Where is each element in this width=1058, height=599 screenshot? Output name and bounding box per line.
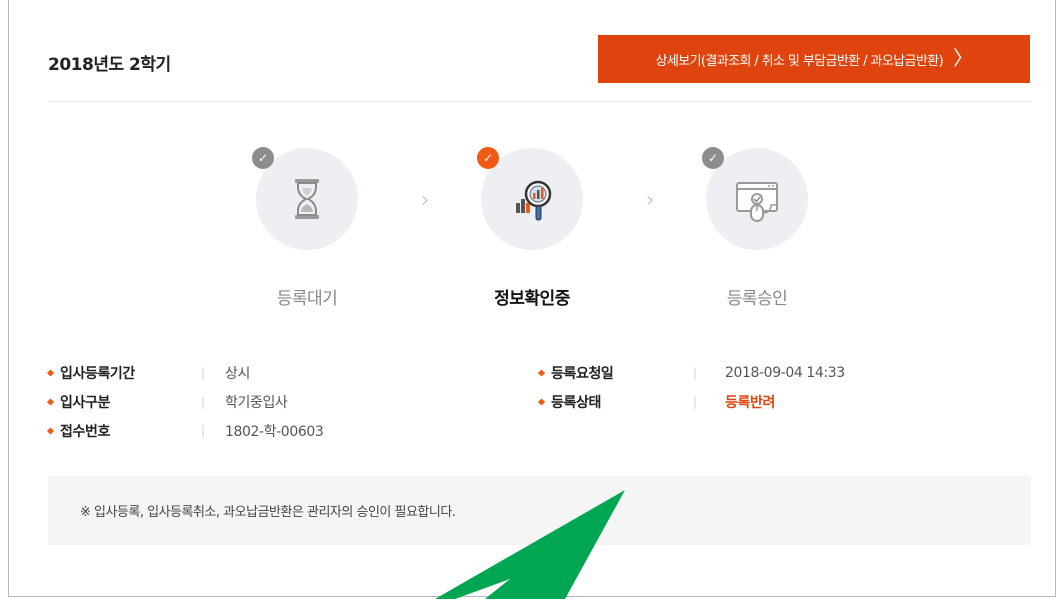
step-icon-circle: ✓ <box>702 147 808 250</box>
step-arrow-icon: › <box>421 188 430 213</box>
check-icon: ✓ <box>477 147 499 169</box>
step-waiting: ✓ 등록대기 <box>242 147 372 309</box>
magnifier-chart-icon <box>516 180 552 221</box>
step-label: 등록승인 <box>726 289 788 309</box>
step-verifying: ✓ 정보확인중 <box>467 147 597 309</box>
info-key: 입사등록기간 <box>48 363 201 383</box>
chevron-right-icon: 〉 <box>953 45 973 70</box>
info-row-period: 입사등록기간 | 상시 <box>48 358 323 387</box>
info-row-status: 등록상태 | 등록반려 <box>539 387 845 416</box>
info-row-receipt: 접수번호 | 1802-학-00603 <box>48 416 324 445</box>
header-divider <box>48 101 1032 102</box>
status-badge: 등록반려 <box>725 394 775 411</box>
info-key: 접수번호 <box>48 421 201 441</box>
info-row-request-date: 등록요청일 | 2018-09-04 14:33 <box>539 358 845 387</box>
info-value: 상시 <box>225 365 250 382</box>
detail-view-button-label: 상세보기(결과조회 / 취소 및 부담금반환 / 과오납금반환) <box>655 53 944 69</box>
info-key: 등록상태 <box>539 392 693 412</box>
info-separator: | <box>201 394 205 409</box>
info-left-column: 입사등록기간 | 상시 입사구분 | 학기중입사 접수번호 | 1802-학-0… <box>48 358 324 445</box>
info-key: 입사구분 <box>48 392 201 412</box>
browser-mouse-icon <box>736 182 778 222</box>
detail-view-button[interactable]: 상세보기(결과조회 / 취소 및 부담금반환 / 과오납금반환) 〉 <box>598 35 1030 83</box>
check-icon: ✓ <box>702 147 724 169</box>
info-row-type: 입사구분 | 학기중입사 <box>48 387 323 416</box>
hourglass-icon <box>295 179 319 219</box>
step-arrow-icon: › <box>646 188 655 213</box>
step-icon-circle: ✓ <box>477 147 583 250</box>
info-separator: | <box>693 365 697 380</box>
check-icon: ✓ <box>252 147 274 169</box>
info-separator: | <box>201 423 205 438</box>
semester-title: 2018년도 2학기 <box>48 55 171 75</box>
step-label: 정보확인중 <box>494 289 570 309</box>
info-value: 학기중입사 <box>225 394 288 411</box>
step-icon-circle: ✓ <box>252 147 358 250</box>
notice-text: ※ 입사등록, 입사등록취소, 과오납금반환은 관리자의 승인이 필요합니다. <box>80 505 456 520</box>
info-right-column: 등록요청일 | 2018-09-04 14:33 등록상태 | 등록반려 <box>539 358 845 416</box>
info-key: 등록요청일 <box>539 363 693 383</box>
info-value: 1802-학-00603 <box>225 423 324 440</box>
step-label: 등록대기 <box>276 289 338 309</box>
info-value: 2018-09-04 14:33 <box>725 364 845 381</box>
info-separator: | <box>693 394 697 409</box>
notice-box: ※ 입사등록, 입사등록취소, 과오납금반환은 관리자의 승인이 필요합니다. <box>48 476 1031 545</box>
info-separator: | <box>201 365 205 380</box>
step-approved: ✓ 등록승인 <box>692 147 822 309</box>
